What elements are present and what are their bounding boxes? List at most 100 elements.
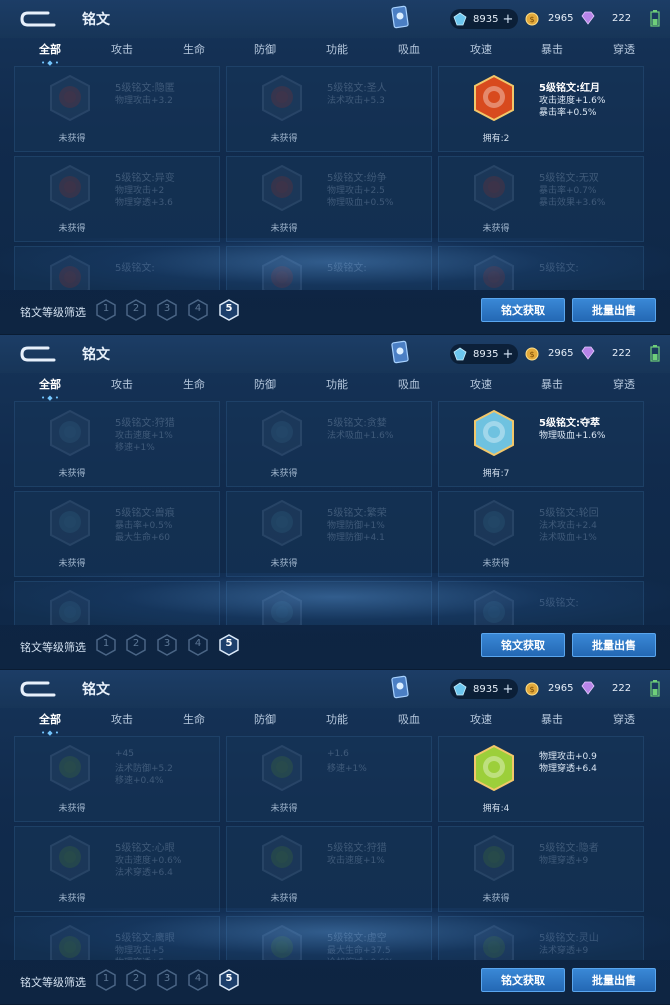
tab-8[interactable]: 穿透 xyxy=(613,376,635,392)
inscription-card[interactable]: 5级铭文:兽痕 暴击率+0.5% 最大生命+60 未获得 xyxy=(14,491,220,577)
back-arrow-icon[interactable] xyxy=(18,9,58,29)
tab-2[interactable]: 生命 xyxy=(183,711,205,727)
tab-5[interactable]: 吸血 xyxy=(398,711,420,727)
tab-0[interactable]: 全部 xyxy=(39,41,61,57)
inscription-card[interactable]: 5级铭文:鹰眼物理攻击+5物理穿透+5 xyxy=(14,916,220,960)
tab-2[interactable]: 生命 xyxy=(183,41,205,57)
level-filter-5[interactable]: 5 xyxy=(219,299,239,321)
level-filter-5[interactable]: 5 xyxy=(219,634,239,656)
back-arrow-icon[interactable] xyxy=(18,344,58,364)
level-filter-3[interactable]: 3 xyxy=(157,634,177,656)
level-filter-2[interactable]: 2 xyxy=(126,299,146,321)
tab-6[interactable]: 攻速 xyxy=(470,41,492,57)
inscription-card[interactable]: 5级铭文:无双 暴击率+0.7% 暴击效果+3.6% 未获得 xyxy=(438,156,644,242)
level-filter-2[interactable]: 2 xyxy=(126,634,146,656)
tab-3[interactable]: 防御 xyxy=(254,711,276,727)
level-number: 2 xyxy=(132,303,140,314)
inscription-card[interactable]: 5级铭文: xyxy=(226,246,432,290)
inscription-card[interactable]: 5级铭文:灵山 法术穿透+9 xyxy=(438,916,644,960)
inscription-card[interactable]: 5级铭文:繁荣 物理防御+1% 物理防御+4.1 未获得 xyxy=(226,491,432,577)
level-filter-1[interactable]: 1 xyxy=(96,634,116,656)
tab-1[interactable]: 攻击 xyxy=(111,376,133,392)
tab-0[interactable]: 全部 xyxy=(39,376,61,392)
add-gem-icon[interactable]: + xyxy=(502,682,513,697)
level-filter-4[interactable]: 4 xyxy=(188,969,208,991)
inscription-card[interactable]: 5级铭文:红月 攻击速度+1.6% 暴击率+0.5% 拥有:2 xyxy=(438,66,644,152)
inscription-card[interactable]: 5级铭文: xyxy=(14,246,220,290)
inscription-card-icon[interactable] xyxy=(391,675,409,701)
level-filter-4[interactable]: 4 xyxy=(188,299,208,321)
inscription-card[interactable]: 5级铭文:轮回 法术攻击+2.4 法术吸血+1% 未获得 xyxy=(438,491,644,577)
ownership-status: 拥有:2 xyxy=(482,134,510,144)
inscription-attribute: 移速+1% xyxy=(327,764,367,774)
gem-counter[interactable]: 8935 + xyxy=(450,679,518,699)
tab-8[interactable]: 穿透 xyxy=(613,711,635,727)
tab-7[interactable]: 暴击 xyxy=(541,376,563,392)
inscription-card-icon[interactable] xyxy=(391,5,409,31)
inscription-card[interactable]: 5级铭文:狩猎 攻击速度+1% 移速+1% 未获得 xyxy=(14,401,220,487)
tab-3[interactable]: 防御 xyxy=(254,376,276,392)
level-filter-3[interactable]: 3 xyxy=(157,299,177,321)
inscription-card[interactable]: 5级铭文:隐者 物理穿透+9 未获得 xyxy=(438,826,644,912)
level-filter-3[interactable]: 3 xyxy=(157,969,177,991)
tab-1[interactable]: 攻击 xyxy=(111,711,133,727)
level-filter-2[interactable]: 2 xyxy=(126,969,146,991)
tab-4[interactable]: 功能 xyxy=(326,711,348,727)
back-arrow-icon[interactable] xyxy=(18,679,58,699)
gem-counter[interactable]: 8935 + xyxy=(450,9,518,29)
batch-sell-button[interactable]: 批量出售 xyxy=(572,968,656,992)
inscription-card[interactable] xyxy=(14,581,220,625)
tab-6[interactable]: 攻速 xyxy=(470,376,492,392)
inscription-grid[interactable]: 5级铭文:狩猎 攻击速度+1% 移速+1% 未获得 5级铭文:贪婪 法术吸血+1.6% 未获… xyxy=(14,397,659,625)
add-gem-icon[interactable]: + xyxy=(502,347,513,362)
level-filter-4[interactable]: 4 xyxy=(188,634,208,656)
inscription-card[interactable]: 5级铭文: xyxy=(438,246,644,290)
inscription-card[interactable]: 5级铭文:狩猎 攻击速度+1% 未获得 xyxy=(226,826,432,912)
gem-counter[interactable]: 8935 + xyxy=(450,344,518,364)
add-gem-icon[interactable]: + xyxy=(502,12,513,27)
inscription-attribute: 物理穿透+6.4 xyxy=(539,764,597,774)
inscription-card[interactable]: 5级铭文:异变 物理攻击+2 物理穿透+3.6 未获得 xyxy=(14,156,220,242)
inscription-card[interactable]: 5级铭文:心眼 攻击速度+0.6% 法术穿透+6.4 未获得 xyxy=(14,826,220,912)
tab-5[interactable]: 吸血 xyxy=(398,376,420,392)
inscription-name: 5级铭文:虚空 xyxy=(327,933,387,944)
level-filter-1[interactable]: 1 xyxy=(96,969,116,991)
inscription-emblem-icon xyxy=(50,590,90,625)
inscription-grid[interactable]: 5级铭文:隐匿 物理攻击+3.2 未获得 5级铭文:圣人 法术攻击+5.3 未获得 5级铭文… xyxy=(14,62,659,290)
inscription-card[interactable]: +45 法术防御+5.2 移速+0.4% 未获得 xyxy=(14,736,220,822)
obtain-inscription-button[interactable]: 铭文获取 xyxy=(481,968,565,992)
inscription-card[interactable]: 5级铭文:圣人 法术攻击+5.3 未获得 xyxy=(226,66,432,152)
inscription-attribute: +1.6 xyxy=(327,749,349,759)
level-filter-5[interactable]: 5 xyxy=(219,969,239,991)
batch-sell-button[interactable]: 批量出售 xyxy=(572,298,656,322)
inscription-card[interactable]: 物理攻击+0.9 物理穿透+6.4 拥有:4 xyxy=(438,736,644,822)
obtain-inscription-button[interactable]: 铭文获取 xyxy=(481,633,565,657)
tab-7[interactable]: 暴击 xyxy=(541,41,563,57)
category-tabs: 全部 攻击 生命 防御 功能 吸血 攻速 暴击 穿透 • ◆ • xyxy=(14,708,664,737)
tab-3[interactable]: 防御 xyxy=(254,41,276,57)
inscription-card-icon[interactable] xyxy=(391,340,409,366)
tab-5[interactable]: 吸血 xyxy=(398,41,420,57)
batch-sell-button[interactable]: 批量出售 xyxy=(572,633,656,657)
inscription-card[interactable]: 5级铭文:夺萃 物理吸血+1.6% 拥有:7 xyxy=(438,401,644,487)
tab-7[interactable]: 暴击 xyxy=(541,711,563,727)
inscription-card[interactable]: 5级铭文:贪婪 法术吸血+1.6% 未获得 xyxy=(226,401,432,487)
tab-0[interactable]: 全部 xyxy=(39,711,61,727)
tab-8[interactable]: 穿透 xyxy=(613,41,635,57)
tab-6[interactable]: 攻速 xyxy=(470,711,492,727)
tab-2[interactable]: 生命 xyxy=(183,376,205,392)
obtain-inscription-button[interactable]: 铭文获取 xyxy=(481,298,565,322)
inscription-card[interactable] xyxy=(226,581,432,625)
gem-icon xyxy=(453,682,467,696)
inscription-card[interactable]: +1.6 移速+1% 未获得 xyxy=(226,736,432,822)
inscription-card[interactable]: 5级铭文:纷争 物理攻击+2.5 物理吸血+0.5% 未获得 xyxy=(226,156,432,242)
level-filter-1[interactable]: 1 xyxy=(96,299,116,321)
inscription-card[interactable]: 5级铭文:虚空最大生命+37.5冷却缩减+0.6% xyxy=(226,916,432,960)
tab-1[interactable]: 攻击 xyxy=(111,41,133,57)
tab-4[interactable]: 功能 xyxy=(326,376,348,392)
tab-4[interactable]: 功能 xyxy=(326,41,348,57)
inscription-card[interactable]: 5级铭文: xyxy=(438,581,644,625)
inscription-card[interactable]: 5级铭文:隐匿 物理攻击+3.2 未获得 xyxy=(14,66,220,152)
inscription-emblem-icon xyxy=(474,410,514,456)
inscription-grid[interactable]: +45 法术防御+5.2 移速+0.4% 未获得 +1.6 移速+1% 未获得 物理攻击+0.… xyxy=(14,732,659,960)
